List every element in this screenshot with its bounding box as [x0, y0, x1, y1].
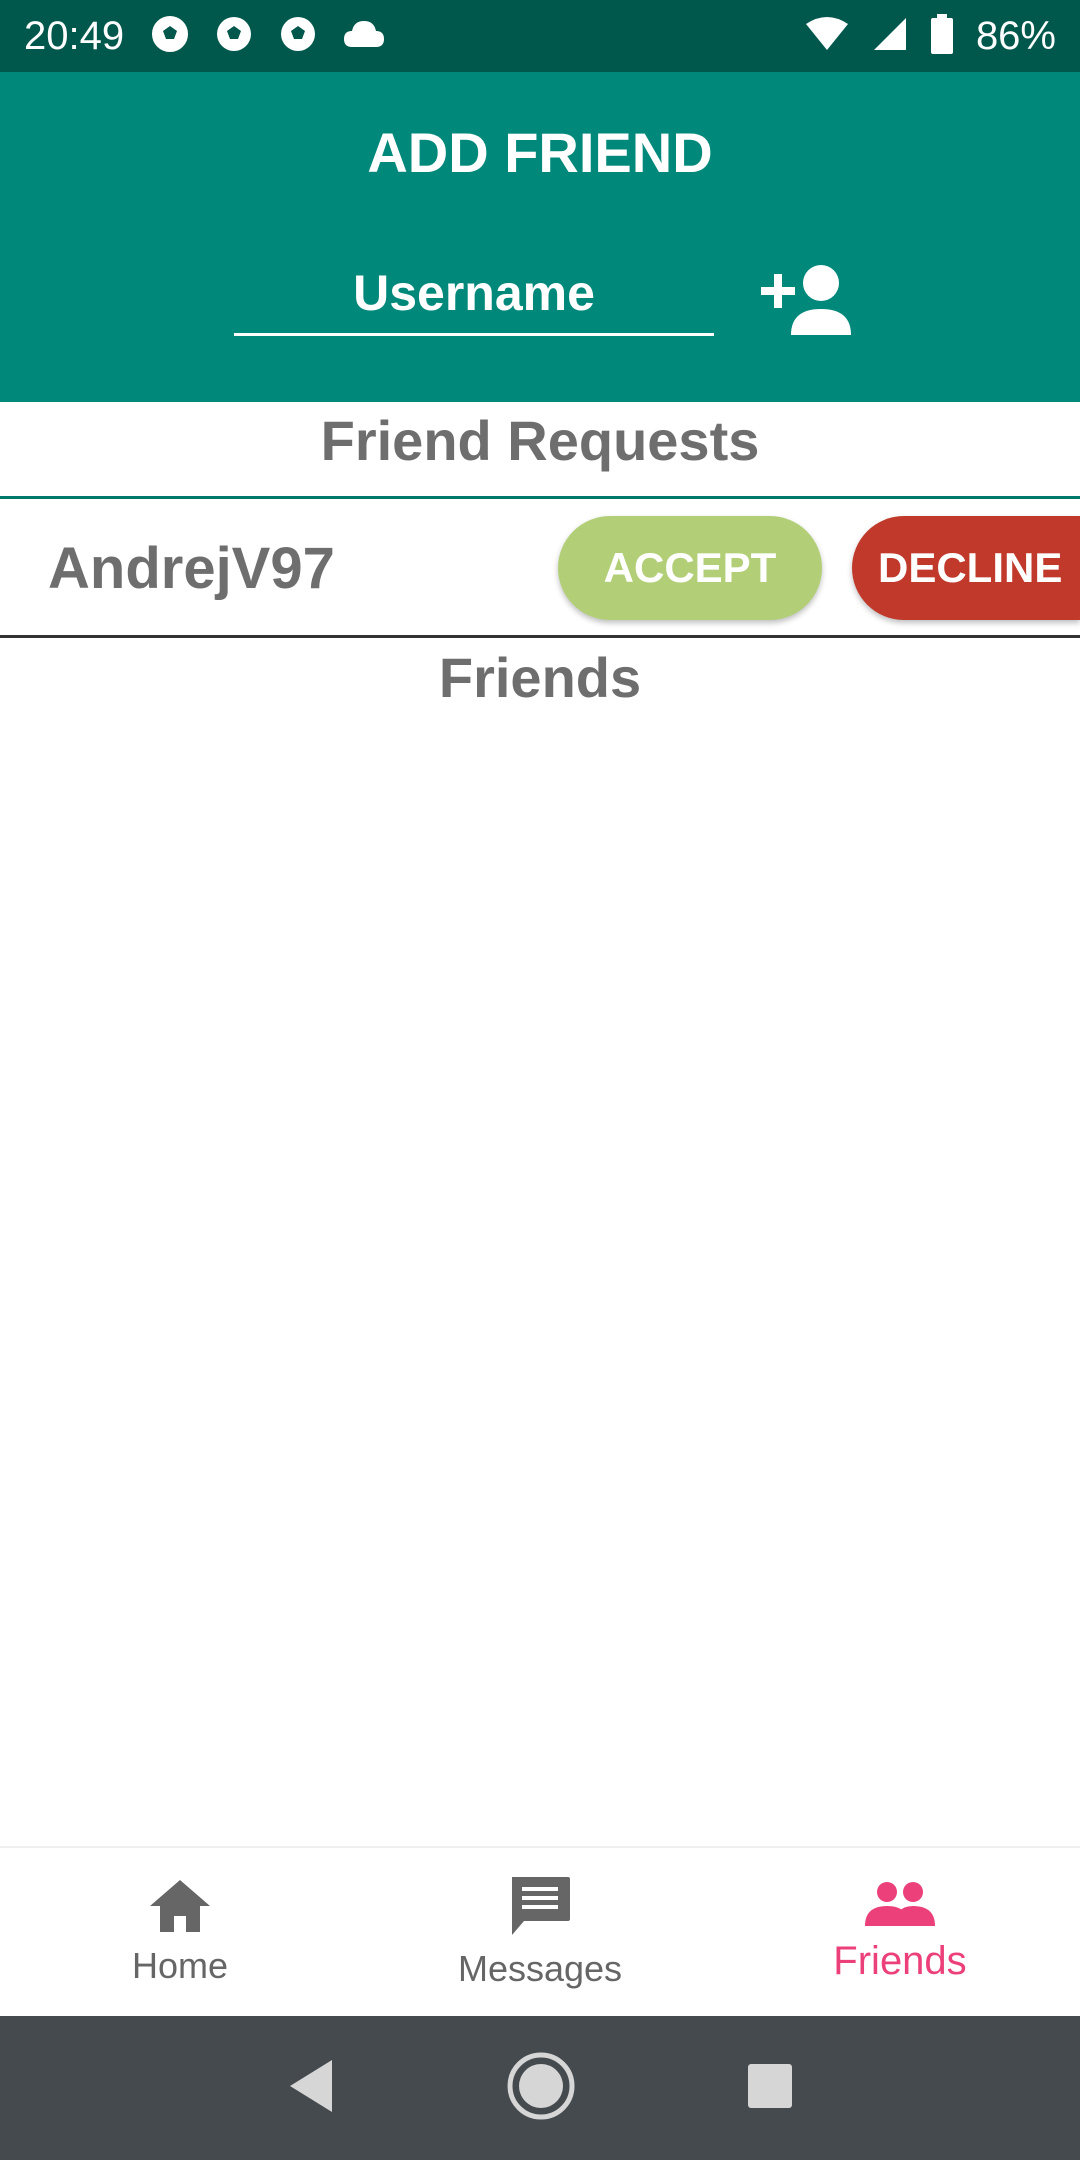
status-time: 20:49 — [24, 13, 125, 58]
cloud-icon — [342, 19, 386, 54]
friend-requests-heading: Friend Requests — [320, 409, 760, 472]
home-icon — [148, 1878, 212, 1939]
people-icon — [865, 1880, 935, 1933]
home-button[interactable] — [506, 2051, 576, 2126]
person-add-icon — [757, 261, 857, 346]
friends-heading: Friends — [438, 646, 642, 709]
system-status: 86% — [804, 13, 1056, 59]
message-icon — [508, 1875, 572, 1942]
battery-icon — [930, 13, 954, 59]
page-title: ADD FRIEND — [367, 121, 713, 184]
notification-icons — [150, 14, 386, 59]
system-navigation-bar — [0, 2016, 1080, 2160]
bottom-navigation: Home Messages Friends — [0, 1846, 1080, 2016]
back-button[interactable] — [286, 2058, 336, 2119]
soccer-ball-icon — [214, 14, 254, 59]
decline-button[interactable]: DECLINE — [852, 516, 1080, 620]
soccer-ball-icon — [150, 14, 190, 59]
add-friend-button[interactable] — [752, 248, 862, 358]
accept-button[interactable]: ACCEPT — [558, 516, 822, 620]
username-input[interactable] — [234, 252, 714, 336]
recents-button[interactable] — [746, 2062, 794, 2115]
add-friend-header: ADD FRIEND — [0, 72, 1080, 402]
nav-label-messages: Messages — [457, 1947, 623, 1989]
status-bar: 20:49 86% — [0, 0, 1080, 72]
recents-icon — [746, 2062, 794, 2115]
wifi-icon — [804, 16, 850, 57]
back-icon — [286, 2058, 336, 2119]
battery-percentage: 86% — [975, 13, 1056, 58]
request-username: AndrejV97 — [48, 536, 335, 601]
nav-item-messages[interactable]: Messages — [360, 1848, 720, 2016]
divider — [0, 635, 1080, 638]
nav-label-home: Home — [131, 1944, 229, 1986]
nav-item-friends[interactable]: Friends — [720, 1848, 1080, 2016]
soccer-ball-icon — [278, 14, 318, 59]
signal-icon — [872, 16, 908, 57]
nav-label-friends: Friends — [833, 1939, 967, 1983]
nav-item-home[interactable]: Home — [0, 1848, 360, 2016]
friend-request-row: AndrejV97 ACCEPT DECLINE — [0, 499, 1080, 635]
home-circle-icon — [506, 2051, 576, 2126]
